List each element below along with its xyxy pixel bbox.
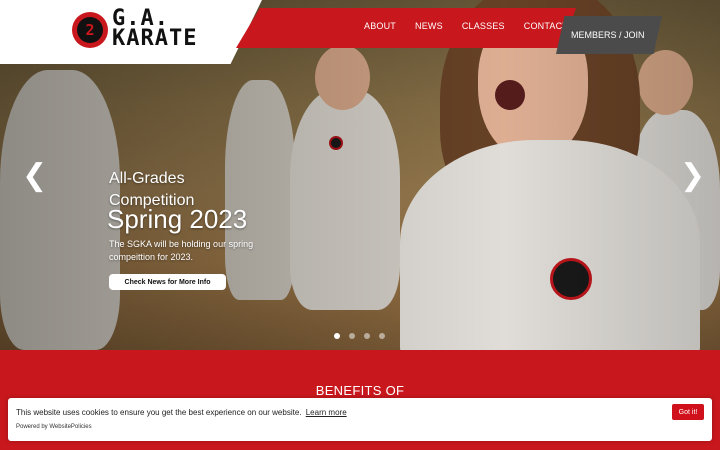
slide-subtitle: Spring 2023 — [107, 204, 248, 234]
nav-contact[interactable]: CONTACT — [524, 21, 568, 31]
chevron-right-icon[interactable]: ❯ — [680, 158, 705, 193]
cookie-banner: This website uses cookies to ensure you … — [8, 398, 712, 441]
logo-icon[interactable]: 2 — [72, 12, 108, 48]
nav-classes[interactable]: CLASSES — [462, 21, 505, 31]
slider-dot[interactable] — [364, 333, 370, 339]
learn-more-link[interactable]: Learn more — [306, 408, 347, 417]
slider-dot[interactable] — [379, 333, 385, 339]
cookie-message-wrap: This website uses cookies to ensure you … — [16, 408, 347, 417]
cookie-powered-by[interactable]: Powered by WebsitePolicies — [16, 424, 92, 430]
cookie-accept-button[interactable]: Got it! — [672, 404, 704, 420]
nav-news[interactable]: NEWS — [415, 21, 443, 31]
slide-text: The SGKA will be holding our spring comp… — [109, 239, 254, 262]
logo-icon-glyph: 2 — [85, 21, 95, 39]
check-news-button[interactable]: Check News for More Info — [109, 274, 226, 290]
members-join-label[interactable]: MEMBERS / JOIN — [571, 30, 645, 40]
cookie-message: This website uses cookies to ensure you … — [16, 408, 302, 417]
slider-dot[interactable] — [334, 333, 340, 339]
nav-about[interactable]: ABOUT — [364, 21, 396, 31]
logo-text[interactable]: G.A. KARATE — [112, 8, 222, 51]
slider-dot[interactable] — [349, 333, 355, 339]
main-nav: ABOUT NEWS CLASSES CONTACT — [364, 21, 568, 31]
chevron-left-icon[interactable]: ❮ — [22, 158, 47, 193]
logo-line2: KARATE — [112, 26, 198, 51]
slider-dots — [334, 333, 385, 339]
benefits-title: BENEFITS OF — [315, 383, 405, 398]
